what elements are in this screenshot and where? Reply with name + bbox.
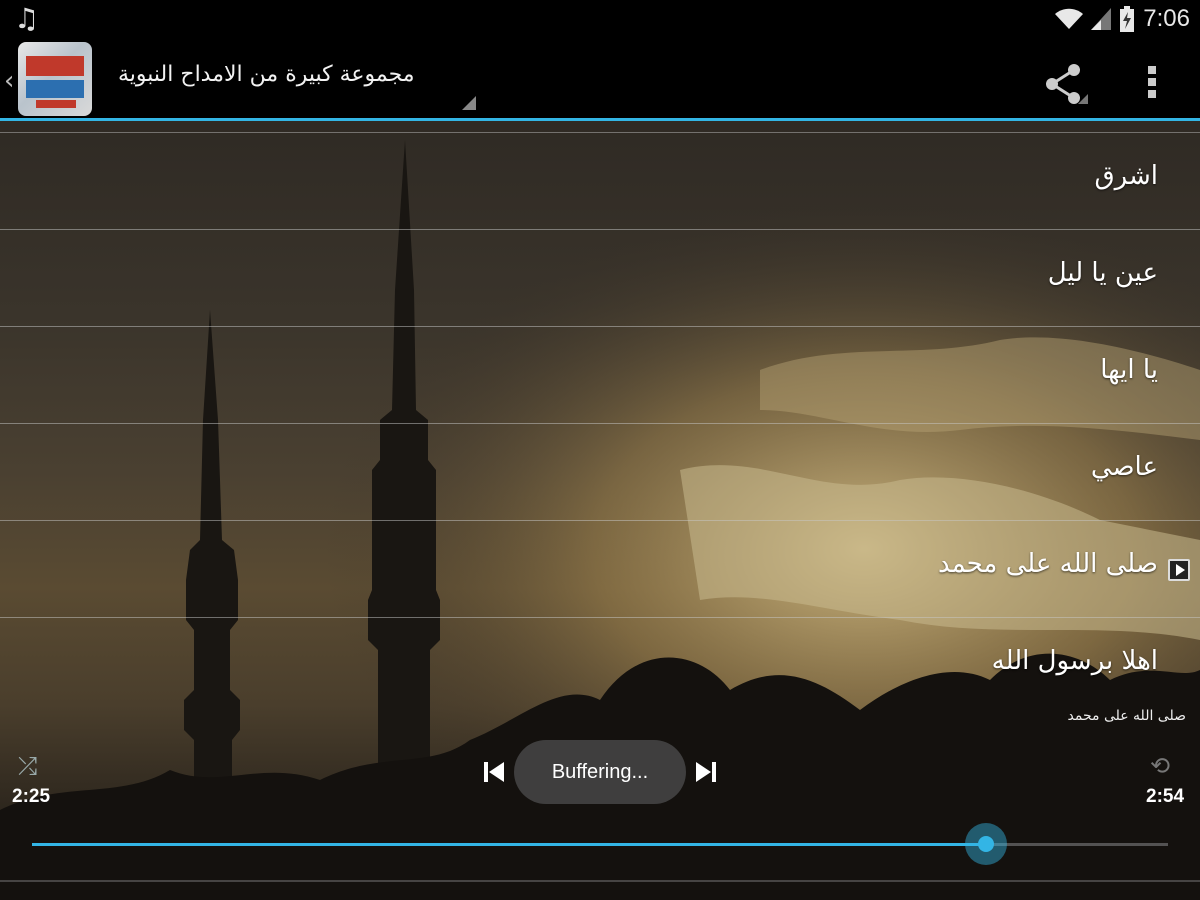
now-playing-title: صلى الله على محمد bbox=[1067, 708, 1186, 724]
buffering-status[interactable]: Buffering... bbox=[514, 740, 686, 804]
list-item[interactable]: عاصي bbox=[0, 424, 1200, 521]
action-bar-divider bbox=[0, 118, 1200, 121]
track-title: اهلا برسول الله bbox=[991, 646, 1158, 676]
status-bar: ♫ 7:06 bbox=[0, 0, 1200, 38]
list-item[interactable]: عين يا ليل bbox=[0, 230, 1200, 327]
track-list: اشرق عين يا ليل يا ايها عاصي صلى الله عل… bbox=[0, 133, 1200, 715]
overflow-menu-icon[interactable] bbox=[1140, 62, 1164, 106]
page-title[interactable]: مجموعة كبيرة من الامداح النبوية bbox=[118, 62, 415, 87]
list-item[interactable]: اشرق bbox=[0, 133, 1200, 230]
list-item[interactable]: يا ايها bbox=[0, 327, 1200, 424]
now-playing-icon bbox=[1168, 559, 1190, 581]
app-icon-band-top bbox=[26, 56, 84, 76]
clock: 7:06 bbox=[1143, 5, 1190, 32]
bottom-divider bbox=[0, 880, 1200, 882]
seek-thumb[interactable] bbox=[965, 823, 1008, 865]
signal-icon bbox=[1091, 8, 1112, 30]
previous-track-icon[interactable] bbox=[482, 760, 506, 784]
list-item[interactable]: اهلا برسول الله bbox=[0, 618, 1200, 715]
music-note-icon: ♫ bbox=[14, 2, 40, 35]
track-title: عين يا ليل bbox=[1047, 258, 1158, 288]
dropdown-caret-icon bbox=[462, 96, 476, 110]
app-icon-band-bottom bbox=[36, 100, 76, 108]
system-tray: 7:06 bbox=[1055, 4, 1190, 34]
track-title: يا ايها bbox=[1100, 355, 1158, 385]
repeat-icon[interactable]: ⟲ bbox=[1150, 752, 1170, 780]
next-track-icon[interactable] bbox=[694, 760, 718, 784]
up-caret-icon[interactable]: ‹ bbox=[4, 66, 14, 96]
app-icon-band-middle bbox=[26, 80, 84, 98]
seek-bar[interactable] bbox=[32, 823, 1168, 865]
shuffle-icon[interactable]: ⤮ bbox=[18, 752, 37, 780]
list-item[interactable]: صلى الله على محمد bbox=[0, 521, 1200, 618]
wifi-icon bbox=[1055, 8, 1084, 29]
share-icon[interactable] bbox=[1040, 60, 1088, 108]
action-bar: ‹ مجموعة كبيرة من الامداح النبوية bbox=[0, 38, 1200, 120]
battery-charging-icon bbox=[1120, 6, 1135, 32]
elapsed-time: 2:25 bbox=[12, 786, 51, 807]
app-icon[interactable] bbox=[18, 42, 92, 116]
track-title: اشرق bbox=[1094, 161, 1158, 191]
total-duration: 2:54 bbox=[1146, 786, 1185, 807]
seek-progress bbox=[32, 843, 987, 846]
track-title: صلى الله على محمد bbox=[937, 549, 1158, 579]
track-title: عاصي bbox=[1090, 452, 1158, 482]
